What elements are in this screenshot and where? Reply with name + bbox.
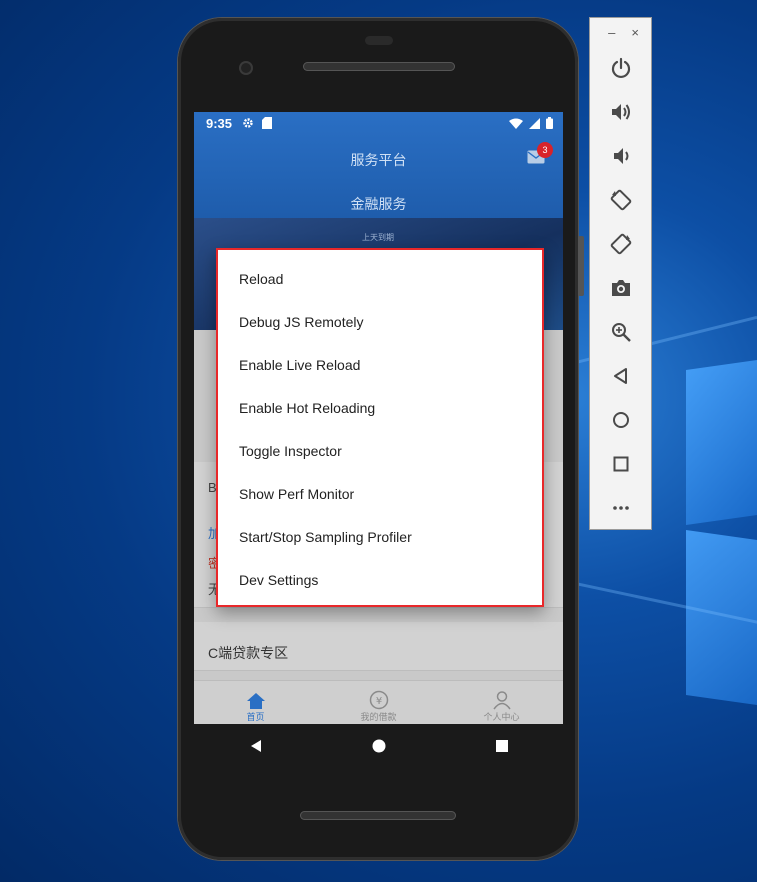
- power-button[interactable]: [590, 46, 651, 90]
- bottom-speaker: [300, 811, 456, 820]
- volume-down-icon: [613, 148, 628, 164]
- sd-card-icon: [262, 117, 273, 129]
- more-icon: [612, 506, 629, 510]
- minimize-button[interactable]: –: [608, 25, 615, 40]
- wifi-icon: [509, 118, 523, 129]
- banner-text: 上天到期: [362, 233, 394, 242]
- status-bar: 9:35: [194, 112, 563, 134]
- menu-item-sampling-profiler[interactable]: Start/Stop Sampling Profiler: [218, 516, 542, 559]
- front-camera: [239, 61, 253, 75]
- svg-text:¥: ¥: [375, 696, 381, 707]
- nav-home-icon[interactable]: [372, 739, 386, 753]
- tab-label: 个人中心: [483, 712, 520, 722]
- zoom-button[interactable]: [590, 310, 651, 354]
- signal-icon: [529, 117, 540, 129]
- nav-back-icon[interactable]: [249, 739, 263, 753]
- tab-label: 我的借款: [360, 712, 397, 722]
- emulator-toolbar: – ×: [589, 17, 652, 530]
- back-icon: [613, 368, 627, 384]
- volume-up-button[interactable]: [590, 90, 651, 134]
- dev-menu-list: Reload Debug JS Remotely Enable Live Rel…: [218, 258, 542, 602]
- tab-home[interactable]: 首页: [194, 681, 317, 724]
- home-circle-icon: [612, 412, 629, 428]
- tab-my-loans[interactable]: ¥ 我的借款: [317, 681, 440, 724]
- close-button[interactable]: ×: [631, 25, 639, 40]
- rotate-left-button[interactable]: [590, 178, 651, 222]
- c-zone-title: C端贷款专区: [208, 645, 289, 661]
- nav-overview-icon[interactable]: [495, 739, 509, 753]
- more-button[interactable]: [590, 486, 651, 530]
- overview-icon: [613, 456, 628, 472]
- volume-down-button[interactable]: [590, 134, 651, 178]
- earpiece: [365, 36, 393, 45]
- tab-profile[interactable]: 个人中心: [440, 681, 563, 724]
- header-title: 服务平台: [350, 152, 407, 168]
- camera-icon: [611, 280, 630, 296]
- menu-item-toggle-inspector[interactable]: Toggle Inspector: [218, 430, 542, 473]
- back-button[interactable]: [590, 354, 651, 398]
- side-button: [578, 236, 584, 296]
- top-speaker: [303, 62, 455, 71]
- zoom-icon: [611, 323, 631, 342]
- rotate-right-icon: [610, 233, 631, 255]
- android-nav-bar: [194, 724, 563, 768]
- menu-item-live-reload[interactable]: Enable Live Reload: [218, 344, 542, 387]
- home-button[interactable]: [590, 398, 651, 442]
- power-icon: [611, 57, 630, 79]
- mail-badge: 3: [537, 142, 553, 158]
- bottom-tab-bar: 首页 ¥ 我的借款 个人中心: [194, 680, 563, 724]
- status-time: 9:35: [206, 115, 233, 131]
- menu-item-hot-reloading[interactable]: Enable Hot Reloading: [218, 387, 542, 430]
- dev-menu-dialog: Reload Debug JS Remotely Enable Live Rel…: [216, 248, 544, 607]
- home-icon: [246, 693, 265, 709]
- settings-icon: [243, 118, 253, 128]
- screenshot-button[interactable]: [590, 266, 651, 310]
- user-icon: [492, 691, 511, 710]
- battery-icon: [546, 117, 553, 129]
- menu-item-dev-settings[interactable]: Dev Settings: [218, 559, 542, 602]
- tab-label: 首页: [246, 712, 265, 722]
- rotate-right-button[interactable]: [590, 222, 651, 266]
- menu-item-perf-monitor[interactable]: Show Perf Monitor: [218, 473, 542, 516]
- menu-item-reload[interactable]: Reload: [218, 258, 542, 301]
- menu-item-debug-js[interactable]: Debug JS Remotely: [218, 301, 542, 344]
- volume-up-icon: [611, 104, 630, 120]
- header-subtitle: 金融服务: [350, 196, 407, 212]
- rotate-left-icon: [610, 189, 631, 211]
- yen-coin-icon: ¥: [369, 690, 388, 710]
- overview-button[interactable]: [590, 442, 651, 486]
